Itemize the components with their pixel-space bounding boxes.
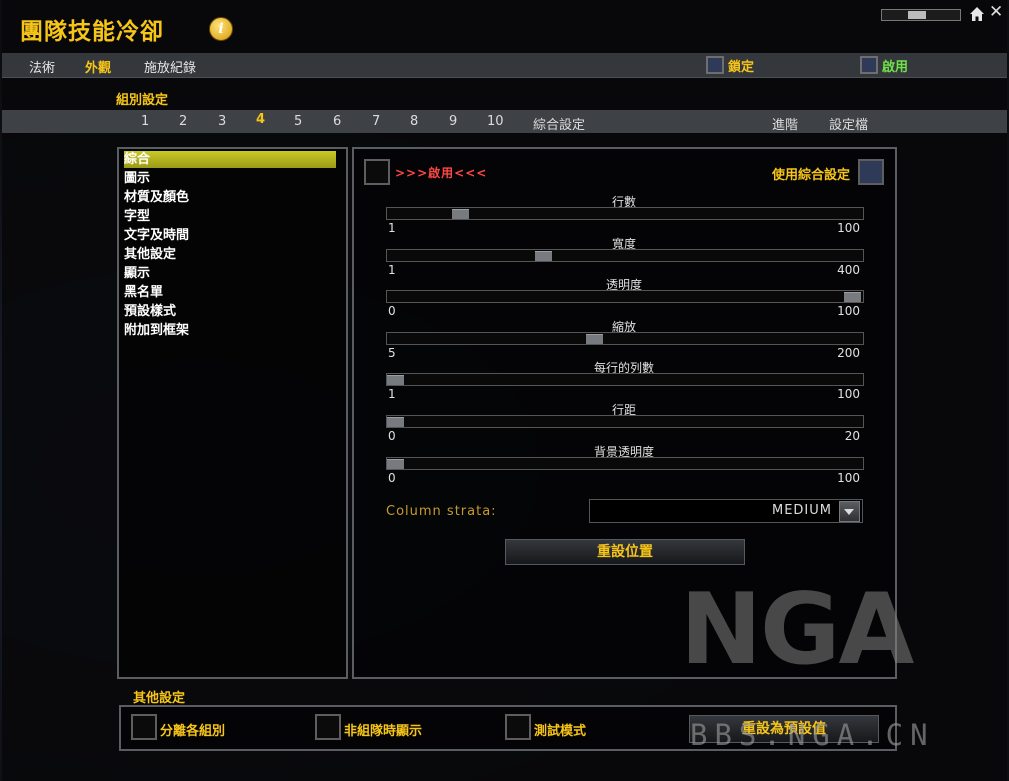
category-general[interactable]: 綜合 bbox=[124, 151, 336, 168]
opacity-slider[interactable] bbox=[386, 290, 864, 304]
group-tab-2[interactable]: 2 bbox=[179, 114, 187, 129]
home-icon[interactable] bbox=[969, 6, 985, 22]
enable-group-label: >>>啟用<<< bbox=[395, 166, 488, 180]
column-strata-value: MEDIUM bbox=[771, 503, 832, 518]
group-tab-bar: 1 2 3 4 5 6 7 8 9 10 綜合設定 進階 設定檔 bbox=[2, 110, 1007, 133]
scale-slider[interactable] bbox=[386, 331, 864, 345]
scale-slider-min: 5 bbox=[388, 345, 396, 360]
slider-thumb[interactable] bbox=[908, 11, 926, 19]
window-opacity-slider[interactable] bbox=[881, 9, 961, 21]
slider-thumb[interactable] bbox=[387, 417, 404, 427]
tab-appearance[interactable]: 外觀 bbox=[85, 57, 111, 76]
group-settings-label: 組別設定 bbox=[116, 93, 169, 108]
tab-profiles[interactable]: 設定檔 bbox=[829, 114, 868, 133]
slider-thumb[interactable] bbox=[387, 375, 404, 386]
slider-thumb[interactable] bbox=[586, 333, 604, 344]
use-general-label: 使用綜合設定 bbox=[772, 168, 851, 183]
tab-advanced[interactable]: 進階 bbox=[772, 114, 798, 133]
enable-checkbox[interactable] bbox=[860, 56, 878, 74]
use-general-checkbox[interactable] bbox=[858, 159, 884, 185]
group-tab-10[interactable]: 10 bbox=[487, 114, 504, 129]
group-tab-6[interactable]: 6 bbox=[333, 114, 341, 129]
group-tab-5[interactable]: 5 bbox=[294, 114, 302, 129]
row-spacing-slider[interactable] bbox=[386, 415, 864, 428]
rows-slider-min: 1 bbox=[388, 221, 396, 235]
main-tab-bar: 法術 外觀 施放紀錄 鎖定 啟用 bbox=[2, 53, 1007, 78]
width-slider-max: 400 bbox=[837, 262, 860, 277]
enable-label: 啟用 bbox=[882, 60, 909, 75]
test-mode-label: 測試模式 bbox=[534, 724, 587, 739]
group-tab-4[interactable]: 4 bbox=[256, 112, 265, 127]
opacity-slider-min: 0 bbox=[388, 304, 396, 319]
slider-thumb[interactable] bbox=[451, 209, 469, 219]
category-icon[interactable]: 圖示 bbox=[124, 170, 150, 187]
slider-thumb[interactable] bbox=[844, 292, 861, 303]
close-icon[interactable]: ✕ bbox=[989, 4, 1003, 21]
row-spacing-slider-min: 0 bbox=[388, 429, 396, 443]
lock-checkbox[interactable] bbox=[706, 56, 724, 74]
separate-groups-checkbox[interactable] bbox=[131, 714, 157, 740]
chevron-down-icon[interactable] bbox=[839, 501, 860, 522]
show-solo-checkbox[interactable] bbox=[315, 714, 341, 740]
category-font[interactable]: 字型 bbox=[124, 208, 150, 225]
separate-groups-label: 分離各組別 bbox=[160, 724, 226, 739]
group-tab-general[interactable]: 綜合設定 bbox=[533, 114, 585, 133]
slider-thumb[interactable] bbox=[387, 458, 404, 469]
nga-url: BBS.NGA.CN bbox=[690, 718, 935, 752]
group-tab-7[interactable]: 7 bbox=[372, 114, 380, 129]
column-strata-dropdown[interactable]: MEDIUM bbox=[589, 499, 863, 523]
row-spacing-slider-max: 20 bbox=[844, 429, 860, 443]
window-title: 團隊技能冷卻 bbox=[20, 19, 164, 45]
group-tab-8[interactable]: 8 bbox=[410, 114, 418, 129]
columns-per-row-slider[interactable] bbox=[386, 373, 864, 387]
columns-per-row-slider-min: 1 bbox=[388, 387, 396, 402]
show-solo-label: 非組隊時顯示 bbox=[344, 724, 423, 739]
group-tab-1[interactable]: 1 bbox=[141, 114, 149, 129]
enable-group-checkbox[interactable] bbox=[364, 159, 390, 185]
opacity-slider-max: 100 bbox=[837, 304, 860, 319]
width-slider-min: 1 bbox=[388, 262, 396, 277]
rows-slider[interactable] bbox=[386, 207, 864, 220]
reset-position-button[interactable]: 重設位置 bbox=[505, 539, 745, 565]
tab-spells[interactable]: 法術 bbox=[29, 57, 55, 76]
group-tab-3[interactable]: 3 bbox=[218, 114, 226, 129]
test-mode-checkbox[interactable] bbox=[505, 714, 531, 740]
column-strata-label: Column strata: bbox=[386, 504, 497, 519]
slider-thumb[interactable] bbox=[534, 250, 552, 261]
info-icon[interactable]: i bbox=[209, 17, 233, 41]
nga-logo: NGA bbox=[680, 573, 914, 687]
background-opacity-slider-min: 0 bbox=[388, 470, 396, 485]
lock-label: 鎖定 bbox=[728, 60, 755, 75]
rows-slider-max: 100 bbox=[837, 221, 860, 235]
background-opacity-slider-max: 100 bbox=[837, 470, 860, 485]
tab-cast-log[interactable]: 施放紀錄 bbox=[144, 57, 196, 76]
scale-slider-max: 200 bbox=[837, 345, 860, 360]
background-opacity-slider[interactable] bbox=[386, 456, 864, 470]
columns-per-row-slider-max: 100 bbox=[837, 387, 860, 402]
group-tab-9[interactable]: 9 bbox=[449, 114, 457, 129]
width-slider[interactable] bbox=[386, 248, 864, 262]
other-settings-label: 其他設定 bbox=[133, 691, 186, 706]
